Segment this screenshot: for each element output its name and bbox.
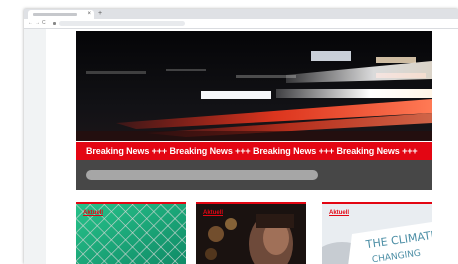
search-input[interactable]: [86, 170, 318, 180]
tab-title-placeholder: [33, 13, 77, 16]
tab-strip: × +: [24, 9, 458, 19]
card-label[interactable]: Aktuell: [329, 210, 349, 217]
card-label[interactable]: Aktuell: [203, 210, 223, 217]
page-viewport: Breaking News +++ Breaking News +++ Brea…: [24, 29, 458, 264]
address-bar[interactable]: [59, 21, 185, 26]
news-card-portrait[interactable]: Aktuell: [196, 202, 306, 264]
forward-arrow-icon[interactable]: →: [35, 19, 40, 28]
browser-toolbar: ← → C: [24, 19, 458, 29]
news-card-fence[interactable]: Aktuell: [76, 202, 186, 264]
breaking-news-ticker: Breaking News +++ Breaking News +++ Brea…: [76, 142, 432, 160]
ticker-text: Breaking News +++ Breaking News +++ Brea…: [86, 146, 418, 156]
news-card-climate[interactable]: THE CLIMATE CHANGING Aktuell: [322, 202, 432, 264]
new-tab-icon[interactable]: +: [98, 9, 102, 19]
browser-tab[interactable]: ×: [28, 10, 94, 19]
card-label[interactable]: Aktuell: [83, 210, 103, 217]
reload-icon[interactable]: C: [42, 19, 46, 28]
close-icon[interactable]: ×: [87, 10, 91, 19]
hero-night-road-image: [76, 31, 432, 141]
lock-icon: [53, 22, 56, 25]
left-sidebar: [24, 29, 46, 264]
back-arrow-icon[interactable]: ←: [28, 19, 33, 28]
browser-window: × + ← → C Breaking News +++ Breaking New…: [24, 9, 458, 264]
hero-image: [76, 31, 432, 141]
search-area: [76, 160, 432, 190]
